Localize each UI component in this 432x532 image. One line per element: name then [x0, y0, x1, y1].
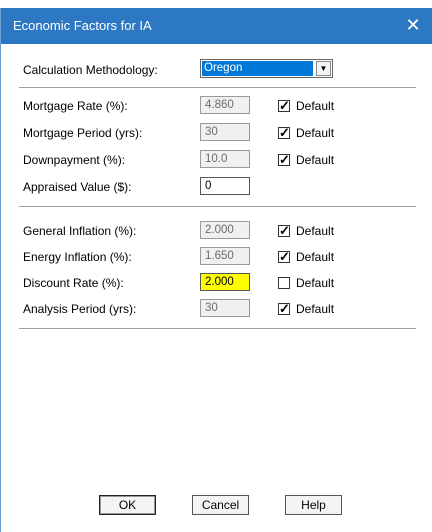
downpayment-field: 10.0	[200, 150, 250, 168]
title-bar[interactable]: Economic Factors for IA ✕	[1, 8, 432, 44]
downpayment-default-checkbox[interactable]: ✓	[278, 152, 290, 167]
help-button[interactable]: Help	[285, 495, 342, 515]
analysis-period-field: 30	[200, 299, 250, 317]
mortgage-period-field: 30	[200, 123, 250, 141]
mortgage-rate-default-label[interactable]: Default	[296, 99, 334, 113]
energy-inflation-field: 1.650	[200, 247, 250, 265]
general-inflation-field: 2.000	[200, 221, 250, 239]
downpayment-label: Downpayment (%):	[23, 153, 126, 167]
mortgage-rate-field: 4.860	[200, 96, 250, 114]
general-inflation-default-label[interactable]: Default	[296, 224, 334, 238]
mortgage-rate-label: Mortgage Rate (%):	[23, 99, 128, 113]
energy-inflation-default-label[interactable]: Default	[296, 250, 334, 264]
checkmark-icon: ✓	[279, 125, 290, 140]
analysis-period-default-label[interactable]: Default	[296, 302, 334, 316]
checkmark-icon: ✓	[279, 301, 290, 316]
general-inflation-default-checkbox[interactable]: ✓	[278, 223, 290, 238]
cancel-button[interactable]: Cancel	[192, 495, 249, 515]
discount-rate-default-checkbox[interactable]	[278, 277, 290, 289]
downpayment-default-label[interactable]: Default	[296, 153, 334, 167]
mortgage-rate-default-checkbox[interactable]: ✓	[278, 98, 290, 113]
mortgage-period-label: Mortgage Period (yrs):	[23, 126, 143, 140]
divider-middle	[19, 206, 416, 208]
appraised-value-input[interactable]: 0	[200, 177, 250, 195]
background-window-strip	[0, 0, 432, 8]
ok-button[interactable]: OK	[99, 495, 156, 515]
methodology-select[interactable]: Oregon ▼	[200, 59, 333, 78]
mortgage-period-default-checkbox[interactable]: ✓	[278, 125, 290, 140]
analysis-period-label: Analysis Period (yrs):	[23, 302, 137, 316]
mortgage-period-default-label[interactable]: Default	[296, 126, 334, 140]
discount-rate-label: Discount Rate (%):	[23, 276, 124, 290]
checkmark-icon: ✓	[279, 152, 290, 167]
checkmark-icon: ✓	[279, 249, 290, 264]
appraised-value-label: Appraised Value ($):	[23, 180, 132, 194]
energy-inflation-label: Energy Inflation (%):	[23, 250, 132, 264]
chevron-down-icon[interactable]: ▼	[316, 61, 331, 76]
general-inflation-label: General Inflation (%):	[23, 224, 137, 238]
discount-rate-default-label[interactable]: Default	[296, 276, 334, 290]
methodology-label: Calculation Methodology:	[23, 63, 158, 77]
analysis-period-default-checkbox[interactable]: ✓	[278, 301, 290, 316]
methodology-selected-value: Oregon	[202, 61, 313, 76]
divider-top	[19, 87, 416, 89]
checkmark-icon: ✓	[279, 98, 290, 113]
close-icon: ✕	[405, 15, 421, 35]
dialog-title: Economic Factors for IA	[13, 18, 152, 33]
energy-inflation-default-checkbox[interactable]: ✓	[278, 249, 290, 264]
economic-factors-dialog: Economic Factors for IA ✕ Calculation Me…	[0, 8, 432, 532]
checkmark-icon: ✓	[279, 223, 290, 238]
divider-bottom	[19, 328, 416, 330]
close-button[interactable]: ✕	[393, 8, 432, 44]
discount-rate-input[interactable]: 2.000	[200, 273, 250, 291]
